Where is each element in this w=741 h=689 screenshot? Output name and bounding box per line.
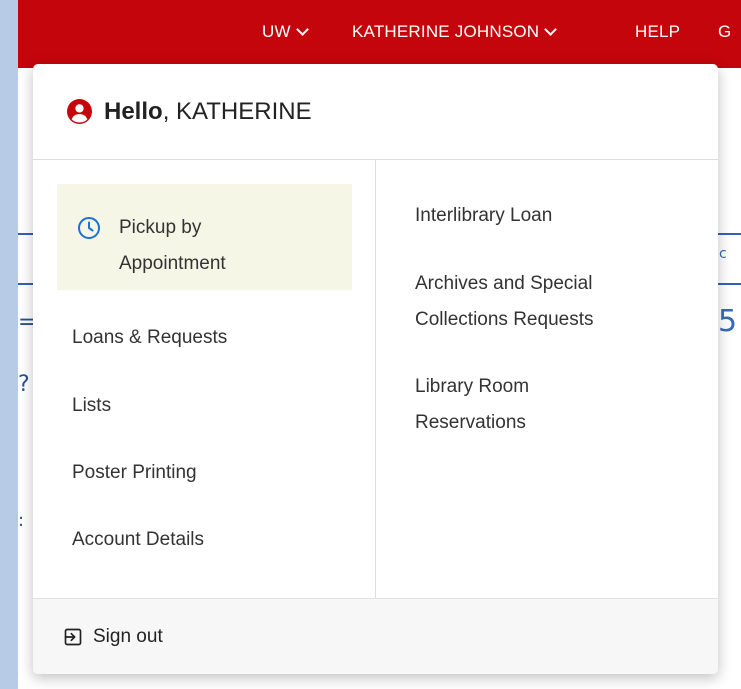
campus-menu-label: UW [262,22,291,41]
sign-out-icon [64,628,82,645]
user-menu-label: KATHERINE JOHNSON [352,22,540,41]
background-fragment: 5 [718,304,738,339]
account-dropdown-menu: Hello, KATHERINE Pickup by Appointment L… [33,64,718,674]
chevron-down-icon [295,23,309,36]
sign-out-button[interactable]: Sign out [33,598,718,674]
background-rule [718,283,741,285]
background-rule [18,233,34,235]
greeting-name: , KATHERINE [162,97,312,125]
dropdown-header: Hello, KATHERINE [33,64,718,160]
poster-printing-link[interactable]: Poster Printing [72,455,197,491]
sign-out-label: Sign out [93,625,163,647]
chevron-down-icon [544,23,558,36]
background-rule [18,283,34,285]
account-details-link[interactable]: Account Details [72,522,204,558]
dropdown-right-column: Interlibrary Loan Archives and Special C… [376,160,718,598]
interlibrary-loan-link[interactable]: Interlibrary Loan [415,198,675,234]
user-menu[interactable]: KATHERINE JOHNSON [352,22,558,42]
background-fragment: ? [18,372,30,397]
background-fragment: c [719,246,727,262]
user-circle-icon [67,99,92,124]
pickup-by-appointment-link[interactable]: Pickup by Appointment [57,184,352,290]
greeting: Hello, KATHERINE [104,98,312,126]
background-fragment: : [18,510,25,531]
dropdown-left-column: Pickup by Appointment Loans & Requests L… [33,160,375,598]
greeting-hello: Hello [104,97,163,125]
top-navigation: UW KATHERINE JOHNSON HELP G [0,22,741,50]
pickup-by-appointment-label: Pickup by Appointment [119,217,226,274]
help-link[interactable]: HELP [635,22,680,42]
truncated-nav-label: G [718,22,732,41]
lists-link[interactable]: Lists [72,388,111,424]
help-link-label: HELP [635,22,681,41]
clock-icon [78,217,100,239]
campus-menu[interactable]: UW [262,22,309,42]
loans-requests-link[interactable]: Loans & Requests [72,320,227,356]
background-rule [718,233,741,235]
truncated-nav-link[interactable]: G [718,22,731,42]
library-room-reservations-link[interactable]: Library Room Reservations [415,369,585,441]
archives-special-collections-link[interactable]: Archives and Special Collections Request… [415,266,655,338]
